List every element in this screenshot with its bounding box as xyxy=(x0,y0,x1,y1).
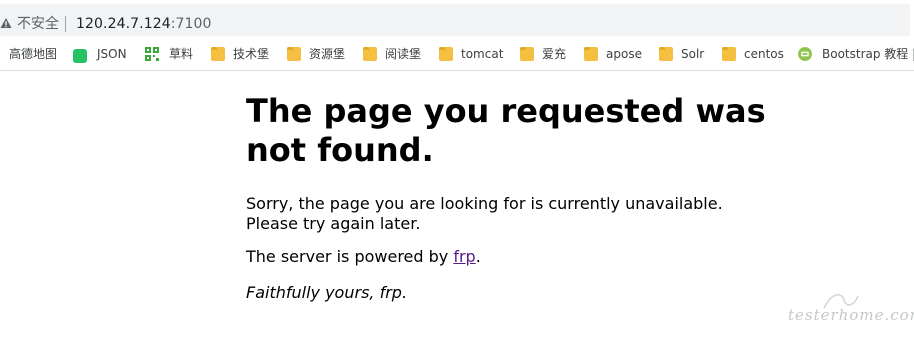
bookmark-label: apose xyxy=(606,47,642,61)
signature-text: Faithfully yours, frp. xyxy=(246,283,408,302)
warning-triangle-icon[interactable] xyxy=(0,17,12,29)
page-title: The page you requested was not found. xyxy=(246,92,766,169)
folder-icon xyxy=(287,47,301,61)
bookmarks-bar: 高德地图 JSON 草料 技术堡 资源堡 阅读堡 tomcat 爱充 apose… xyxy=(0,38,914,71)
powered-by-suffix: . xyxy=(475,247,481,266)
bookmark-label: Bootstrap 教程 | xyxy=(822,47,914,61)
folder-icon xyxy=(722,47,736,61)
url-port: :7100 xyxy=(170,16,212,32)
bookmark-label: 技术堡 xyxy=(233,47,270,61)
folder-icon xyxy=(363,47,377,61)
json-icon xyxy=(73,49,87,63)
bookmark-label: 草料 xyxy=(169,47,194,61)
bookmark-label: 资源堡 xyxy=(309,47,346,61)
unavailable-line-1: Sorry, the page you are looking for is c… xyxy=(246,194,723,213)
security-status-label[interactable]: 不安全 xyxy=(17,15,59,33)
address-bar: 不安全 120.24.7.124:7100 xyxy=(0,0,914,38)
bookmark-label: 高德地图 xyxy=(9,47,58,61)
url-host: 120.24.7.124 xyxy=(76,16,171,32)
omnibox[interactable]: 不安全 120.24.7.124:7100 xyxy=(0,4,914,36)
bookmark-label: JSON xyxy=(97,47,127,61)
folder-icon xyxy=(584,47,598,61)
unavailable-message: Sorry, the page you are looking for is c… xyxy=(246,194,723,234)
bootstrap-icon xyxy=(798,47,812,61)
powered-by-text: The server is powered by frp. xyxy=(246,247,481,267)
folder-icon xyxy=(659,47,673,61)
qr-grass-icon xyxy=(145,47,159,61)
powered-by-prefix: The server is powered by xyxy=(246,247,454,266)
frp-link[interactable]: frp xyxy=(453,247,475,266)
omnibox-divider xyxy=(65,16,66,32)
bookmark-label: tomcat xyxy=(461,47,504,61)
url-field[interactable]: 120.24.7.124:7100 xyxy=(76,15,212,33)
bookmark-label: 阅读堡 xyxy=(385,47,422,61)
folder-icon xyxy=(520,47,534,61)
folder-icon xyxy=(211,47,225,61)
window-edge xyxy=(910,0,914,38)
bookmark-label: 爱充 xyxy=(542,47,567,61)
bookmark-label: Solr xyxy=(681,47,705,61)
watermark-text: testerhome.com xyxy=(788,306,914,324)
bookmark-label: centos xyxy=(744,47,784,61)
unavailable-line-2: Please try again later. xyxy=(246,214,421,233)
folder-icon xyxy=(439,47,453,61)
page-content: The page you requested was not found. So… xyxy=(246,92,806,302)
